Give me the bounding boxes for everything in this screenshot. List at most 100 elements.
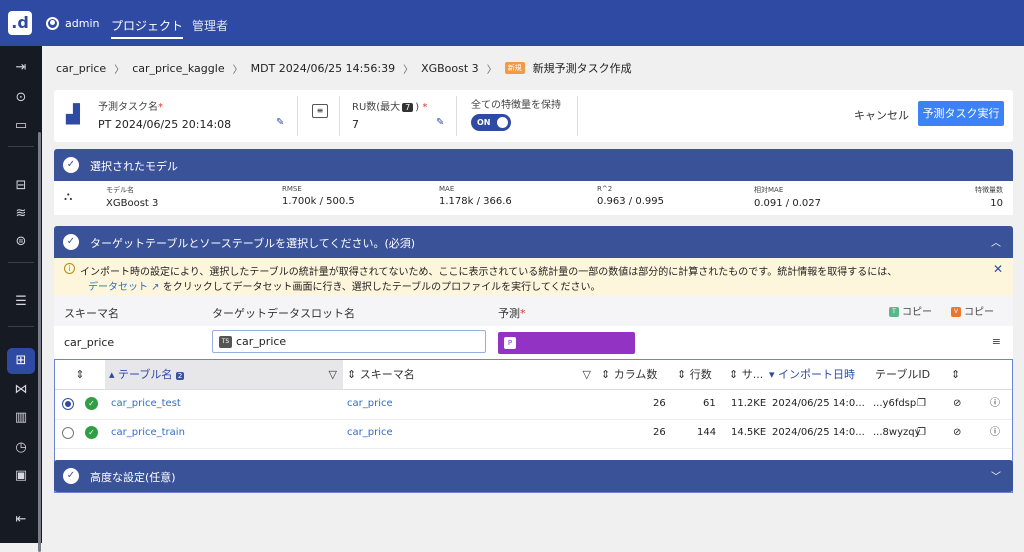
breadcrumb: car_price 〉 car_price_kaggle 〉 MDT 2024/06… bbox=[56, 60, 632, 76]
top-bar: .d admin プロジェクト 管理者 bbox=[0, 0, 1024, 46]
info-icon[interactable]: ⓘ bbox=[990, 390, 1000, 418]
copy-t-button[interactable]: T コピー bbox=[889, 303, 932, 318]
schema-label: スキーマ名 bbox=[64, 307, 119, 320]
sidebar: ⇥ ⊙ ▭ ⊟ ≋ ⊜ ☰ ⊞ ⋈ ▥ ◷ ▣ ⇤ bbox=[0, 46, 42, 552]
import-icon[interactable]: ⇥ bbox=[11, 58, 31, 78]
external-link-icon: ↗ bbox=[148, 282, 163, 293]
mae-value: 1.178k / 366.6 bbox=[439, 196, 512, 207]
model-icon[interactable]: ⊞ bbox=[7, 348, 35, 374]
keep-features-toggle[interactable]: ON bbox=[471, 114, 511, 131]
filter-list-icon[interactable]: ≡ bbox=[992, 335, 1001, 348]
prediction-slot[interactable]: Pcar_price_test⊘✕ bbox=[498, 332, 635, 366]
chart-icon[interactable]: ▥ bbox=[11, 408, 31, 428]
copy-icon[interactable]: ❐ bbox=[917, 419, 926, 447]
stats-warning: i インポート時の設定により、選択したテーブルの統計量が取得されてないため、ここ… bbox=[54, 258, 1013, 296]
check-icon: ✓ bbox=[63, 234, 79, 250]
list-icon[interactable]: ☰ bbox=[11, 292, 31, 312]
ru-value[interactable]: 7 bbox=[352, 118, 359, 131]
feature-count: 10 bbox=[990, 198, 1003, 209]
target-table-title: ターゲットテーブルとソーステーブルを選択してください。(必須) bbox=[90, 237, 416, 250]
crumb-dataset[interactable]: car_price_kaggle bbox=[132, 62, 224, 75]
filter-icon: ▽ bbox=[328, 368, 337, 381]
table-name-link[interactable]: car_price_train bbox=[111, 419, 185, 447]
connection-icon[interactable]: ⋈ bbox=[11, 380, 31, 400]
edit-icon[interactable]: ✎ bbox=[436, 117, 444, 128]
dataset-icon[interactable]: ⊜ bbox=[11, 232, 31, 252]
relative-mae-value: 0.091 / 0.027 bbox=[754, 198, 821, 209]
comment-icon[interactable]: ≡ bbox=[312, 104, 328, 118]
advanced-settings-header[interactable]: ✓ 高度な設定(任意) ﹀ bbox=[54, 460, 1013, 492]
col-size[interactable]: ⇕ サ... bbox=[725, 360, 765, 390]
schema-value: car_price bbox=[64, 336, 115, 349]
timer-icon[interactable]: ◷ bbox=[11, 438, 31, 458]
model-summary-row: ⛬ モデル名 XGBoost 3 RMSE 1.700k / 500.5 MAE 1.… bbox=[54, 181, 1013, 215]
selected-model-header[interactable]: ✓ 選択されたモデル bbox=[54, 149, 1013, 181]
nav-admin[interactable]: 管理者 bbox=[192, 17, 228, 34]
check-icon: ✓ bbox=[63, 468, 79, 484]
row-radio[interactable] bbox=[62, 398, 74, 410]
col-import-date[interactable]: ▾ インポート日時 bbox=[765, 360, 865, 390]
folder-icon[interactable]: ▭ bbox=[11, 116, 31, 136]
chevron-up-icon[interactable]: ︿ bbox=[991, 234, 1001, 249]
info-icon[interactable]: ⓘ bbox=[990, 419, 1000, 447]
chevron-right-icon: 〉 bbox=[403, 64, 414, 76]
chevron-right-icon: 〉 bbox=[486, 64, 497, 76]
flow-icon[interactable]: ⊙ bbox=[11, 88, 31, 108]
ru-max-badge: 7 bbox=[402, 103, 414, 112]
run-task-button[interactable]: 予測タスク実行 bbox=[918, 101, 1004, 126]
model-name: XGBoost 3 bbox=[106, 198, 159, 209]
copy-v-button[interactable]: V コピー bbox=[951, 303, 994, 318]
report-icon[interactable]: ▣ bbox=[11, 466, 31, 486]
sort-icon[interactable]: ⇕ bbox=[945, 360, 1012, 390]
ru-label: RU数(最大 bbox=[352, 102, 401, 113]
schema-link[interactable]: car_price bbox=[347, 390, 393, 418]
col-table-id[interactable]: テーブルID bbox=[865, 360, 945, 390]
selected-model-title: 選択されたモデル bbox=[90, 160, 178, 173]
user-name: admin bbox=[65, 17, 100, 30]
r2-value: 0.963 / 0.995 bbox=[597, 196, 664, 207]
schema-link[interactable]: car_price bbox=[347, 419, 393, 447]
target-table-header[interactable]: ✓ ターゲットテーブルとソーステーブルを選択してください。(必須) ︿ bbox=[54, 226, 1013, 258]
col-columns[interactable]: ⇕ カラム数 bbox=[597, 360, 673, 390]
model-tree-icon: ⛬ bbox=[64, 189, 73, 203]
crumb-current: 新規予測タスク作成 bbox=[532, 62, 632, 75]
chart-icon: ▟ bbox=[66, 104, 80, 125]
dataset-link[interactable]: データセット bbox=[88, 282, 148, 293]
cancel-button[interactable]: キャンセル bbox=[854, 107, 909, 123]
target-slot-field[interactable]: TS car_price bbox=[212, 330, 486, 353]
close-icon[interactable]: ✕ bbox=[993, 262, 1003, 276]
inbox-icon[interactable]: ⊟ bbox=[11, 176, 31, 196]
crumb-project[interactable]: car_price bbox=[56, 62, 106, 75]
check-icon: ✓ bbox=[63, 157, 79, 173]
main-content: car_price 〉 car_price_kaggle 〉 MDT 2024/06… bbox=[42, 46, 1024, 543]
copy-icon[interactable]: ❐ bbox=[917, 390, 926, 418]
user-menu[interactable]: admin bbox=[46, 17, 99, 30]
nav-project[interactable]: プロジェクト bbox=[111, 17, 184, 39]
row-radio[interactable] bbox=[62, 427, 74, 439]
sort-icon[interactable]: ⇕ bbox=[55, 360, 105, 390]
app-logo[interactable]: .d bbox=[8, 11, 32, 35]
filter-icon: ▽ bbox=[582, 368, 591, 381]
task-name-value[interactable]: PT 2024/06/25 20:14:08 bbox=[98, 118, 231, 131]
crumb-model[interactable]: XGBoost 3 bbox=[421, 62, 479, 75]
database-icon[interactable]: ≋ bbox=[11, 204, 31, 224]
col-schema[interactable]: ⇕ スキーマ名 ▽ bbox=[343, 360, 597, 390]
slot-label: ターゲットデータスロット名 bbox=[212, 307, 355, 320]
edit-icon[interactable]: ✎ bbox=[276, 117, 284, 128]
task-name-label: 予測タスク名 bbox=[98, 102, 158, 113]
chevron-right-icon: 〉 bbox=[114, 64, 125, 76]
info-icon: i bbox=[64, 263, 75, 274]
col-rows[interactable]: ⇕ 行数 bbox=[673, 360, 725, 390]
no-stats-icon[interactable]: ⊘ bbox=[953, 390, 961, 418]
slot-header-row: スキーマ名 ターゲットデータスロット名 予測* T コピー V コピー bbox=[54, 296, 1013, 326]
logout-icon[interactable]: ⇤ bbox=[11, 510, 31, 530]
crumb-mdt[interactable]: MDT 2024/06/25 14:56:39 bbox=[251, 62, 395, 75]
col-table-name[interactable]: ▴ テーブル名 2 ▽ bbox=[105, 360, 343, 390]
chevron-down-icon[interactable]: ﹀ bbox=[991, 468, 1001, 483]
check-circle-icon: ✓ bbox=[85, 426, 98, 439]
no-stats-icon[interactable]: ⊘ bbox=[953, 419, 961, 447]
table-name-link[interactable]: car_price_test bbox=[111, 390, 181, 418]
sidebar-scrollbar[interactable] bbox=[38, 132, 41, 552]
check-circle-icon: ✓ bbox=[85, 397, 98, 410]
prediction-label: 予測 bbox=[498, 307, 520, 320]
